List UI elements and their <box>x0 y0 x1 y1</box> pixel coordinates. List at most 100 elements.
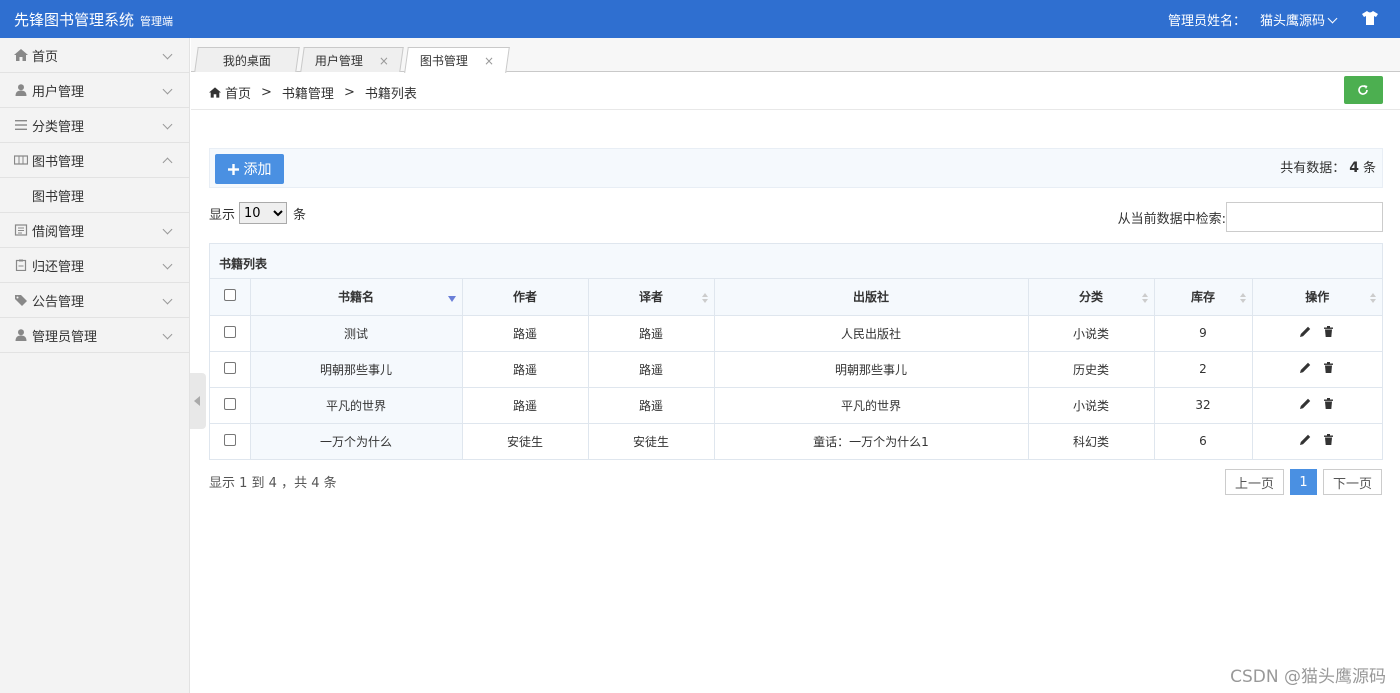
sidebar-item-return[interactable]: 归还管理 <box>0 248 189 283</box>
row-select-cell <box>210 387 251 424</box>
sidebar-item-category[interactable]: 分类管理 <box>0 108 189 143</box>
cell-publisher: 明朝那些事儿 <box>714 351 1029 388</box>
sidebar-item-label: 用户管理 <box>32 84 85 100</box>
cell-book-name: 一万个为什么 <box>250 423 463 459</box>
page-length: 显示 10 条 <box>209 202 306 224</box>
length-suffix: 条 <box>293 207 307 223</box>
add-button-label: 添加 <box>243 162 272 178</box>
sidebar-collapse-handle[interactable] <box>190 373 206 429</box>
col-actions[interactable]: 操作 <box>1252 279 1382 316</box>
col-author[interactable]: 作者 <box>462 279 589 316</box>
table-row: 测试 路遥 路遥 人民出版社 小说类 9 <box>210 315 1382 352</box>
row-checkbox[interactable] <box>223 325 236 338</box>
table-header-row: 书籍名 作者 译者 出版社 分类 库存 操作 <box>210 279 1382 316</box>
col-label: 作者 <box>512 290 537 305</box>
sort-icon <box>701 293 708 303</box>
borrow-icon <box>14 224 28 236</box>
add-book-button[interactable]: 添加 <box>215 154 284 184</box>
admin-menu[interactable]: 管理员姓名： 猫头鹰源码 <box>1167 10 1338 29</box>
cell-publisher: 人民出版社 <box>714 315 1029 352</box>
cell-translator: 安徒生 <box>588 423 715 459</box>
sort-icon <box>1141 293 1148 303</box>
col-translator[interactable]: 译者 <box>588 279 715 316</box>
sidebar-item-books[interactable]: 图书管理 <box>0 143 189 178</box>
cell-book-name: 明朝那些事儿 <box>250 351 463 388</box>
list-icon <box>15 120 27 130</box>
book-table: 书籍列表 书籍名 作者 译者 出版社 分类 库存 操作 测试 路遥 路遥 人民出… <box>209 243 1383 460</box>
breadcrumb-book-list: 书籍列表 <box>364 87 417 102</box>
refresh-button[interactable] <box>1344 76 1383 104</box>
trash-icon[interactable] <box>1323 326 1334 337</box>
top-bar: 先锋图书管理系统 管理端 管理员姓名： 猫头鹰源码 <box>0 0 1400 38</box>
cell-stock: 9 <box>1154 315 1253 352</box>
col-stock[interactable]: 库存 <box>1154 279 1253 316</box>
admin-name[interactable]: 猫头鹰源码 <box>1260 14 1325 29</box>
cell-author: 安徒生 <box>462 423 589 459</box>
col-book-name[interactable]: 书籍名 <box>250 279 463 316</box>
admin-label: 管理员姓名： <box>1167 14 1246 29</box>
total-count: 共有数据： 4 条 <box>1280 157 1376 176</box>
sort-icon <box>1370 293 1376 303</box>
shirt-icon[interactable] <box>1362 11 1378 25</box>
next-page-button[interactable]: 下一页 <box>1322 469 1382 495</box>
cell-stock: 32 <box>1154 387 1253 424</box>
page-button-current[interactable]: 1 <box>1289 469 1317 495</box>
trash-icon[interactable] <box>1323 362 1334 373</box>
sidebar-item-users[interactable]: 用户管理 <box>0 73 189 108</box>
row-checkbox[interactable] <box>223 361 236 374</box>
pencil-icon[interactable] <box>1300 362 1311 373</box>
chevron-down-icon <box>162 224 173 235</box>
sidebar-item-borrow[interactable]: 借阅管理 <box>0 213 189 248</box>
table-row: 明朝那些事儿 路遥 路遥 明朝那些事儿 历史类 2 <box>210 351 1382 388</box>
close-icon[interactable]: × <box>484 54 494 68</box>
book-icon <box>14 155 28 165</box>
total-prefix: 共有数据： <box>1280 161 1346 176</box>
return-icon <box>15 259 27 271</box>
col-category[interactable]: 分类 <box>1028 279 1155 316</box>
search-input[interactable] <box>1226 202 1383 232</box>
user-icon <box>15 84 27 96</box>
sidebar-subitem-label: 图书管理 <box>32 189 85 205</box>
search-label: 从当前数据中检索: <box>1117 211 1226 227</box>
chevron-down-icon <box>162 119 173 130</box>
chevron-down-icon <box>162 294 173 305</box>
pencil-icon[interactable] <box>1300 434 1311 446</box>
col-label: 分类 <box>1078 290 1103 305</box>
tab-books[interactable]: 图书管理 × <box>404 47 510 73</box>
row-select-cell <box>210 351 251 388</box>
tab-users[interactable]: 用户管理 × <box>300 47 404 72</box>
row-checkbox[interactable] <box>223 397 236 410</box>
select-all-cell <box>210 279 251 316</box>
chevron-down-icon <box>1327 13 1338 24</box>
sidebar-item-label: 公告管理 <box>32 294 85 310</box>
col-publisher[interactable]: 出版社 <box>714 279 1029 316</box>
close-icon[interactable]: × <box>379 53 389 67</box>
sidebar-item-notice[interactable]: 公告管理 <box>0 283 189 318</box>
trash-icon[interactable] <box>1323 398 1334 409</box>
col-label: 操作 <box>1305 290 1330 305</box>
breadcrumb-book-manage[interactable]: 书籍管理 <box>282 83 334 102</box>
pencil-icon[interactable] <box>1300 326 1311 337</box>
cell-translator: 路遥 <box>588 387 715 424</box>
table-caption: 书籍列表 <box>210 244 1382 279</box>
sidebar-item-admin[interactable]: 管理员管理 <box>0 318 189 353</box>
cell-category: 小说类 <box>1028 315 1155 352</box>
trash-icon[interactable] <box>1323 434 1334 446</box>
sidebar-subitem-book-manage[interactable]: 图书管理 <box>0 178 189 213</box>
row-select-cell <box>210 315 251 352</box>
sidebar-item-home[interactable]: 首页 <box>0 38 189 73</box>
sidebar-item-label: 分类管理 <box>32 119 85 135</box>
tag-icon <box>15 295 27 306</box>
cell-actions <box>1252 423 1382 459</box>
tab-desktop[interactable]: 我的桌面 <box>194 47 300 72</box>
breadcrumb-home[interactable]: 首页 <box>225 83 251 102</box>
table-row: 平凡的世界 路遥 路遥 平凡的世界 小说类 32 <box>210 387 1382 424</box>
cell-stock: 2 <box>1154 351 1253 388</box>
cell-author: 路遥 <box>462 315 589 352</box>
row-checkbox[interactable] <box>223 433 236 446</box>
prev-page-button[interactable]: 上一页 <box>1224 469 1284 495</box>
select-all-checkbox[interactable] <box>223 289 236 302</box>
pencil-icon[interactable] <box>1300 398 1311 409</box>
page-length-select[interactable]: 10 <box>239 202 288 224</box>
app-title: 先锋图书管理系统 管理端 <box>14 9 173 30</box>
